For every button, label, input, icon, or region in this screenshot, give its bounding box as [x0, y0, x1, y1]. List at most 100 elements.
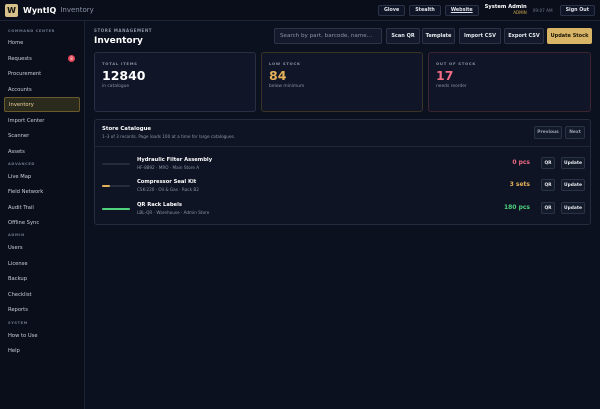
section-command-center: COMMAND CENTER: [8, 29, 56, 33]
sidebar-item-help[interactable]: Help: [4, 344, 80, 357]
stock-level-fill: [102, 208, 130, 210]
website-link[interactable]: Website: [444, 4, 479, 16]
item-quantity: 0 pcs: [512, 159, 530, 166]
sidebar-item-home[interactable]: Home: [4, 36, 80, 49]
sidebar-item-label: Procurement: [8, 70, 42, 77]
table-row: QR Rack Labels LBL-QR · Warehouse · Admi…: [95, 198, 590, 220]
stat-value: 84: [269, 68, 287, 83]
sidebar-item-assets[interactable]: Assets: [4, 145, 80, 158]
top-right-controls: Glove Stealth Website System Admin ADMIN…: [377, 4, 595, 16]
sidebar-item-procurement[interactable]: Procurement: [4, 67, 80, 80]
module-name: Inventory: [60, 6, 94, 14]
item-quantity: 180 pcs: [503, 204, 530, 211]
glove-mode-button[interactable]: Glove: [377, 4, 406, 16]
stock-level-bar: [102, 208, 130, 210]
clock: 09:07 AM: [532, 7, 553, 13]
export-csv-button[interactable]: Export CSV: [504, 28, 544, 44]
sidebar: COMMAND CENTER Home Requests 8 Procuremen…: [0, 21, 85, 409]
sign-out-button[interactable]: Sign Out: [559, 4, 595, 16]
logo-letter: W: [7, 5, 16, 15]
user-info: System Admin ADMIN: [485, 4, 527, 15]
catalogue-title: Store Catalogue: [102, 126, 152, 132]
sidebar-item-label: Reports: [8, 306, 28, 313]
previous-page-button[interactable]: Previous: [534, 126, 562, 139]
stat-card-out-of-stock: OUT OF STOCK 17 needs reorder: [428, 52, 591, 112]
update-stock-button[interactable]: Update Stock: [547, 28, 592, 44]
update-button[interactable]: Update: [561, 179, 585, 191]
stock-level-fill: [102, 185, 111, 187]
item-name: Hydraulic Filter Assembly: [137, 157, 213, 163]
search-input[interactable]: [274, 28, 382, 44]
sidebar-item-live-map[interactable]: Live Map: [4, 170, 80, 183]
item-meta: HF-8892 · MRO · Main Store A: [137, 165, 200, 170]
brand-name: WyntIQ: [23, 5, 57, 15]
sidebar-item-offline-sync[interactable]: Offline Sync: [4, 216, 80, 229]
update-button[interactable]: Update: [561, 157, 585, 169]
sidebar-item-label: Inventory: [9, 101, 34, 108]
sidebar-item-how-to-use[interactable]: How to Use: [4, 329, 80, 342]
sidebar-item-license[interactable]: License: [4, 257, 80, 270]
sidebar-item-import-center[interactable]: Import Center: [4, 114, 80, 127]
app-logo[interactable]: W: [5, 3, 18, 17]
sidebar-item-label: Help: [8, 347, 20, 354]
next-page-button[interactable]: Next: [565, 126, 585, 139]
stat-subtext: in catalogue: [102, 84, 130, 89]
stat-card-low-stock: LOW STOCK 84 below minimum: [261, 52, 423, 112]
sidebar-item-label: Accounts: [8, 86, 32, 93]
stat-subtext: needs reorder: [436, 84, 467, 89]
sidebar-item-label: License: [8, 260, 28, 267]
sidebar-item-label: Scanner: [8, 132, 30, 139]
stealth-mode-button[interactable]: Stealth: [409, 4, 441, 16]
qr-button[interactable]: QR: [541, 157, 555, 169]
stat-label: TOTAL ITEMS: [102, 61, 138, 66]
qr-button[interactable]: QR: [541, 202, 555, 214]
stock-level-bar: [102, 163, 130, 165]
template-button[interactable]: Template: [422, 28, 455, 44]
sidebar-item-label: Checklist: [8, 291, 32, 298]
sidebar-item-accounts[interactable]: Accounts: [4, 83, 80, 96]
item-quantity: 3 sets: [509, 181, 530, 188]
sidebar-item-label: Requests: [8, 55, 32, 62]
sidebar-item-inventory[interactable]: Inventory: [4, 97, 80, 112]
sidebar-item-requests[interactable]: Requests 8: [4, 52, 80, 65]
table-row: Hydraulic Filter Assembly HF-8892 · MRO …: [95, 153, 590, 175]
sidebar-item-reports[interactable]: Reports: [4, 303, 80, 316]
sidebar-item-field-network[interactable]: Field Network: [4, 185, 80, 198]
item-meta: LBL-QR · Warehouse · Admin Store: [137, 210, 210, 215]
divider: [95, 146, 590, 147]
section-system: SYSTEM: [8, 321, 28, 325]
import-csv-button[interactable]: Import CSV: [459, 28, 501, 44]
top-bar: W WyntIQ Inventory Glove Stealth Website…: [0, 0, 600, 21]
item-name: Compressor Seal Kit: [137, 179, 197, 185]
qr-button[interactable]: QR: [541, 179, 555, 191]
sidebar-item-label: Field Network: [8, 188, 44, 195]
sidebar-item-label: Import Center: [8, 117, 45, 124]
sidebar-item-label: Backup: [8, 275, 28, 282]
sidebar-item-checklist[interactable]: Checklist: [4, 288, 80, 301]
sidebar-item-label: Users: [8, 244, 23, 251]
user-role: ADMIN: [513, 9, 527, 15]
stat-subtext: below minimum: [269, 84, 305, 89]
sidebar-item-scanner[interactable]: Scanner: [4, 129, 80, 142]
sidebar-item-label: Audit Trail: [8, 204, 34, 211]
scan-qr-button[interactable]: Scan QR: [386, 28, 420, 44]
sidebar-item-label: How to Use: [8, 332, 38, 339]
sidebar-item-label: Assets: [8, 148, 25, 155]
main-content: STORE MANAGEMENT Inventory Scan QR Templ…: [85, 21, 600, 409]
update-button[interactable]: Update: [561, 202, 585, 214]
sidebar-item-users[interactable]: Users: [4, 241, 80, 254]
stat-value: 12840: [102, 68, 146, 83]
table-row: Compressor Seal Kit CSK-220 · Oil & Gas …: [95, 175, 590, 197]
stat-label: OUT OF STOCK: [436, 61, 477, 66]
section-admin: ADMIN: [8, 233, 25, 237]
sidebar-item-label: Offline Sync: [8, 219, 40, 226]
catalogue-subtitle: 1–3 of 3 records. Page loads 100 at a ti…: [102, 134, 236, 139]
sidebar-item-audit-trail[interactable]: Audit Trail: [4, 201, 80, 214]
requests-count-badge: 8: [68, 55, 75, 62]
sidebar-item-label: Live Map: [8, 173, 32, 180]
sidebar-item-backup[interactable]: Backup: [4, 272, 80, 285]
stock-level-bar: [102, 185, 130, 187]
item-meta: CSK-220 · Oil & Gas · Rack B2: [137, 187, 199, 192]
stat-value: 17: [436, 68, 454, 83]
stat-card-total-items: TOTAL ITEMS 12840 in catalogue: [94, 52, 256, 112]
